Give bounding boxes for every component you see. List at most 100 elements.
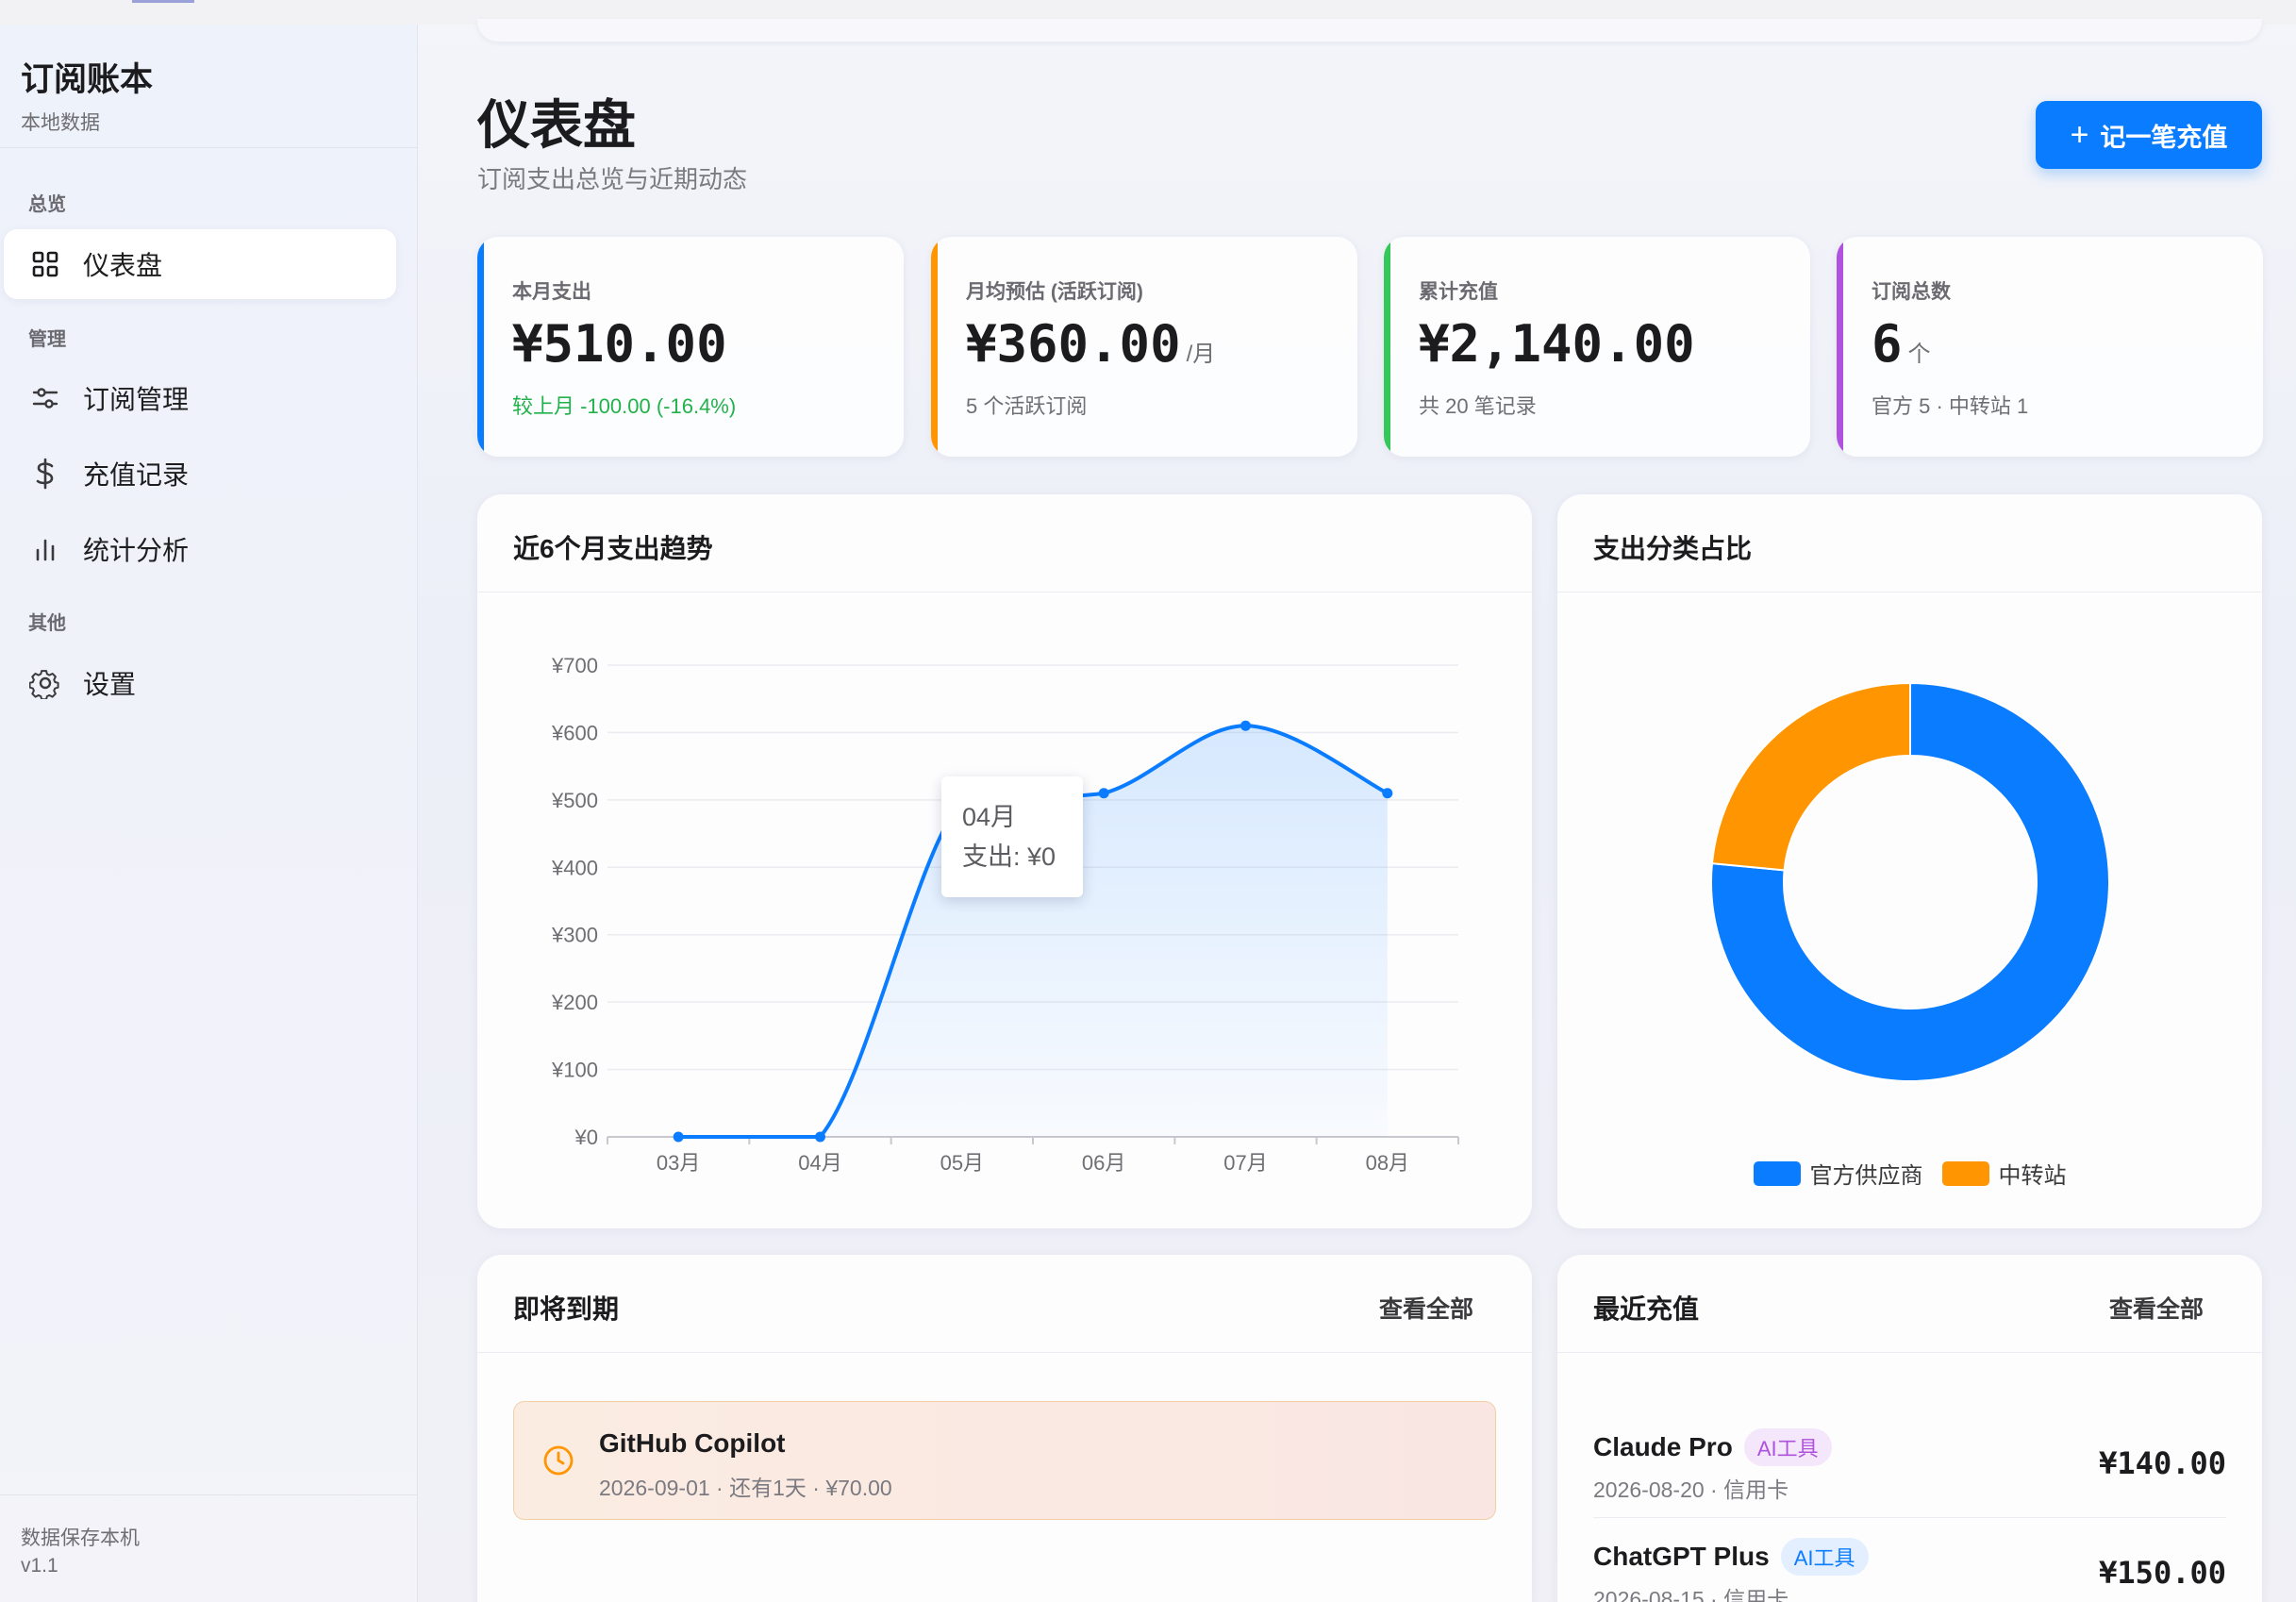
storage-note: 数据保存本机	[21, 1527, 140, 1549]
stat-label: 本月支出	[512, 281, 591, 303]
category-badge: AI工具	[1743, 1428, 1832, 1466]
top-card-edge	[477, 19, 2262, 42]
stat-accent	[1384, 237, 1390, 457]
stat-value: ¥510.00	[512, 314, 727, 374]
sidebar-item-settings[interactable]: 设置	[4, 648, 396, 718]
legend-item-relay[interactable]: 中转站	[1941, 1157, 2067, 1190]
app-subtitle: 本地数据	[21, 112, 100, 134]
version-label: v1.1	[21, 1555, 58, 1577]
x-tick-label: 08月	[1366, 1151, 1409, 1175]
chart-tooltip: 04月 支出: ¥0	[941, 776, 1083, 897]
y-tick-label: ¥700	[551, 654, 598, 677]
recent-row-meta: 2026-08-20 · 信用卡	[1593, 1477, 1789, 1502]
legend-label: 中转站	[1998, 1163, 2067, 1189]
data-point[interactable]	[1382, 788, 1393, 799]
sidebar-item-dashboard[interactable]: 仪表盘	[4, 229, 396, 299]
expiring-item[interactable]: GitHub Copilot 2026-09-01 · 还有1天 · ¥70.0…	[513, 1401, 1496, 1520]
y-tick-label: ¥200	[551, 991, 598, 1014]
legend-swatch	[1941, 1160, 1989, 1186]
y-tick-label: ¥300	[551, 924, 598, 947]
stat-card-monthly-estimate: 月均预估 (活跃订阅) ¥360.00/月 5 个活跃订阅	[931, 237, 1357, 457]
sliders-icon	[26, 379, 64, 417]
recent-row[interactable]: ChatGPT Plus AI工具 2026-08-15 · 信用卡 ¥150.…	[1593, 1519, 2226, 1602]
recent-card-header: 最近充值 查看全部	[1557, 1255, 2262, 1353]
plus-icon: +	[2070, 116, 2089, 153]
x-tick-label: 03月	[657, 1151, 700, 1175]
add-recharge-label: 记一笔充值	[2100, 123, 2228, 152]
stat-card-monthly-spend: 本月支出 ¥510.00 较上月 -100.00 (-16.4%)	[477, 237, 904, 457]
recent-view-all-link[interactable]: 查看全部	[2109, 1291, 2204, 1325]
expiring-item-meta: 2026-09-01 · 还有1天 · ¥70.00	[599, 1476, 892, 1500]
add-recharge-button[interactable]: + 记一笔充值	[2036, 101, 2262, 169]
gear-icon	[26, 664, 64, 702]
category-card: 支出分类占比	[1557, 494, 2262, 1228]
stat-label: 订阅总数	[1872, 281, 1951, 303]
recent-row-meta: 2026-08-15 · 信用卡	[1593, 1587, 1789, 1602]
x-tick-label: 06月	[1082, 1151, 1125, 1175]
stat-label: 累计充值	[1419, 281, 1498, 303]
data-point[interactable]	[1098, 788, 1109, 799]
recent-row-name: Claude Pro AI工具	[1593, 1428, 1832, 1466]
page-subtitle: 订阅支出总览与近期动态	[477, 165, 748, 193]
stat-label: 月均预估 (活跃订阅)	[966, 281, 1143, 303]
section-manage: 管理	[28, 329, 66, 350]
stat-value: ¥360.00/月	[966, 314, 1216, 374]
recent-row-amount: ¥140.00	[2099, 1445, 2226, 1481]
recent-card-title: 最近充值	[1593, 1294, 1700, 1324]
category-badge: AI工具	[1780, 1538, 1869, 1576]
x-tick-label: 05月	[940, 1151, 984, 1175]
stat-value: 6个	[1872, 314, 1931, 374]
data-point[interactable]	[815, 1131, 825, 1143]
category-donut-chart	[1710, 681, 2110, 1082]
stat-card-subscription-count: 订阅总数 6个 官方 5 · 中转站 1	[1837, 237, 2263, 457]
stat-accent	[477, 237, 484, 457]
stat-note: 5 个活跃订阅	[966, 394, 1088, 418]
clock-icon	[543, 1445, 574, 1476]
expiring-card-header: 即将到期 查看全部	[477, 1255, 1532, 1353]
y-tick-label: ¥0	[574, 1126, 598, 1149]
grid-icon	[26, 245, 64, 283]
data-point[interactable]	[673, 1131, 684, 1143]
expiring-item-name: GitHub Copilot	[599, 1428, 786, 1458]
legend-label: 官方供应商	[1809, 1163, 1923, 1189]
sidebar-item-subscriptions[interactable]: 订阅管理	[4, 363, 396, 433]
stat-note: 较上月 -100.00 (-16.4%)	[512, 394, 737, 418]
recent-row-name: ChatGPT Plus AI工具	[1593, 1538, 1869, 1576]
legend-swatch	[1753, 1160, 1801, 1186]
section-overview: 总览	[28, 194, 66, 215]
x-tick-label: 04月	[798, 1151, 841, 1175]
sidebar-item-analytics[interactable]: 统计分析	[4, 514, 396, 584]
y-tick-label: ¥600	[551, 721, 598, 744]
tooltip-value: 支出: ¥0	[962, 843, 1056, 871]
page-title: 仪表盘	[477, 95, 636, 155]
legend-item-official[interactable]: 官方供应商	[1753, 1157, 1923, 1190]
expiring-card-title: 即将到期	[513, 1294, 620, 1324]
tooltip-label: 04月	[962, 803, 1017, 831]
data-point[interactable]	[1240, 720, 1251, 731]
y-tick-label: ¥100	[551, 1059, 598, 1082]
sidebar-item-label: 仪表盘	[83, 251, 163, 280]
dollar-icon	[26, 455, 64, 492]
sidebar: 订阅账本 本地数据 总览 仪表盘 管理 订阅管理 充值记录 统计分析 其他 设置…	[0, 25, 418, 1602]
sidebar-item-label: 订阅管理	[83, 385, 190, 414]
y-tick-label: ¥500	[551, 789, 598, 812]
recent-row-amount: ¥150.00	[2099, 1555, 2226, 1591]
expiring-view-all-link[interactable]: 查看全部	[1379, 1291, 1473, 1325]
pie-legend: 官方供应商 中转站	[1557, 1157, 2262, 1190]
x-tick-label: 07月	[1223, 1151, 1267, 1175]
recent-card: 最近充值 查看全部 Claude Pro AI工具 2026-08-20 · 信…	[1557, 1255, 2262, 1602]
bar-chart-icon	[26, 530, 64, 568]
stat-note: 共 20 笔记录	[1419, 394, 1537, 418]
stat-value: ¥2,140.00	[1419, 314, 1695, 374]
stat-accent	[1837, 237, 1843, 457]
stat-note: 官方 5 · 中转站 1	[1872, 394, 2029, 418]
sidebar-footer-divider	[0, 1494, 418, 1495]
donut-slice[interactable]	[1710, 681, 1911, 872]
stat-accent	[931, 237, 938, 457]
sidebar-item-recharges[interactable]: 充值记录	[4, 439, 396, 509]
y-tick-label: ¥400	[551, 856, 598, 879]
app-window: 订阅账本 本地数据 总览 仪表盘 管理 订阅管理 充值记录 统计分析 其他 设置…	[0, 0, 2296, 1602]
sidebar-item-label: 统计分析	[83, 536, 190, 565]
recent-row[interactable]: Claude Pro AI工具 2026-08-20 · 信用卡 ¥140.00	[1593, 1410, 2226, 1518]
sidebar-item-label: 充值记录	[83, 460, 190, 490]
